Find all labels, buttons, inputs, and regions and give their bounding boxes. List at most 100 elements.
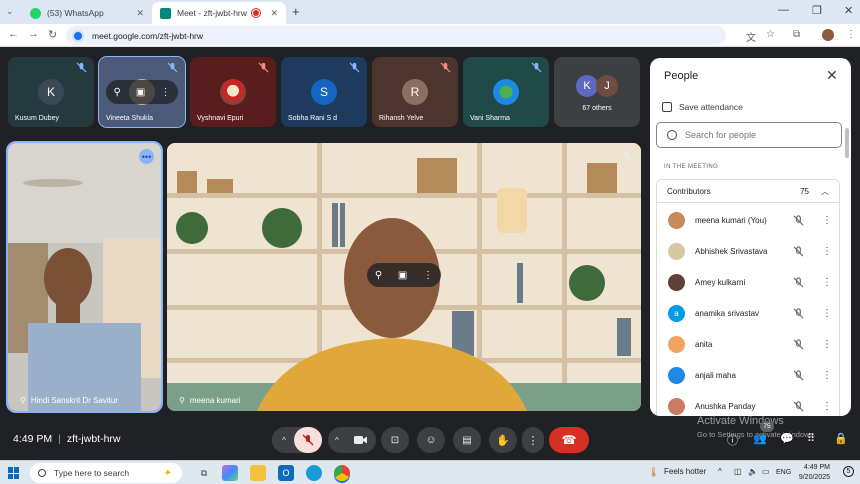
more-options-icon[interactable]: ••• [139,149,154,164]
battery-icon[interactable]: ▭ [762,467,770,476]
activities-icon[interactable]: ⠿ [807,432,815,445]
participant-tile[interactable]: R Rihansh Yelve [372,57,458,127]
list-item[interactable]: Amey kulkarni ⋮ [657,267,841,298]
list-item[interactable]: meena kumari (You) ⋮ [657,205,841,236]
captions-button[interactable]: ▤ [453,427,481,453]
more-options-icon[interactable]: ⋮ [160,87,170,98]
participant-tile[interactable]: Vyshnavi Epuri [190,57,276,127]
chevron-up-icon[interactable]: ^ [718,467,722,476]
list-item[interactable]: anita ⋮ [657,329,841,360]
more-options-icon[interactable]: ⋮ [822,308,832,319]
restore-button[interactable]: ❐ [812,4,822,17]
system-clock[interactable]: 4:49 PM 9/20/2025 [796,463,830,483]
tab-close-icon[interactable]: ✕ [136,8,144,19]
participant-tile[interactable]: Vani Sharma [463,57,549,127]
speaker-tile[interactable]: ••• ⚲ Hindi Sanskrit Dr Savitur [6,141,163,413]
site-info-icon[interactable] [72,29,84,42]
participant-tile[interactable]: S Sobha Rani S d [281,57,367,127]
tab-whatsapp[interactable]: (53) WhatsApp ✕ [22,2,152,24]
copilot-icon[interactable] [222,465,238,481]
weather-text[interactable]: Feels hotter [664,467,706,476]
taskbar-search[interactable]: Type here to search ✦ [30,463,182,483]
reactions-button[interactable]: ☺ [417,427,445,453]
info-icon[interactable]: ⓘ [727,432,738,448]
tab-meet[interactable]: Meet - zft-jwbt-hrw ✕ [152,2,286,24]
frame-icon[interactable]: ▣ [398,270,407,281]
notification-icon[interactable]: 5 [843,466,854,477]
more-options-icon: ⋮ [527,434,539,447]
mic-off-icon[interactable] [793,339,804,350]
chat-icon[interactable]: 💬 [780,432,794,445]
more-options-icon[interactable]: ⋮ [822,246,832,257]
more-options-icon[interactable]: ⋮ [822,215,832,226]
tab-title: Meet - zft-jwbt-hrw [177,8,247,18]
emoji-icon: ☺ [425,434,437,446]
participant-tile[interactable]: K Kusum Dubey [8,57,94,127]
reload-button[interactable]: ↻ [48,28,57,41]
panel-scrollbar[interactable] [845,128,849,158]
window-close-button[interactable]: ✕ [844,4,853,17]
file-explorer-icon[interactable] [250,465,266,481]
list-item[interactable]: Abhishek Srivastava ⋮ [657,236,841,267]
contributors-group[interactable]: Contributors 75 ︿ [656,179,840,203]
others-tile[interactable]: K J 67 others [554,57,640,127]
mic-off-icon[interactable] [793,246,804,257]
participant-tile[interactable]: ⚲ ▣ ⋮ Vineeta Shukla [98,56,186,128]
more-options-icon[interactable]: ⋮ [423,270,433,281]
forward-button[interactable]: → [28,28,39,40]
language-indicator[interactable]: ENG [776,469,791,476]
tab-search-icon[interactable]: ⌄ [6,6,14,17]
omnibox[interactable]: meet.google.com/zft-jwbt-hrw [66,26,726,45]
back-button[interactable]: ← [8,28,19,40]
minimize-button[interactable]: — [778,4,789,16]
bookmark-star-icon[interactable]: ☆ [766,29,775,40]
mic-off-icon[interactable] [793,308,804,319]
presenter-tile[interactable]: ⚲ ▣ ⋮ ⚲ meena kumari [167,143,641,411]
pin-icon[interactable]: ⚲ [114,87,121,98]
mic-off-icon[interactable] [793,370,804,381]
search-input[interactable] [685,130,825,140]
save-attendance-button[interactable]: Save attendance [662,102,743,112]
close-panel-icon[interactable]: ✕ [826,67,838,84]
chrome-menu-icon[interactable]: ⋮ [846,29,856,40]
volume-icon[interactable]: 🔈 [748,467,758,476]
extensions-icon[interactable]: ⧉ [793,29,800,40]
chevron-up-icon[interactable]: ︿ [821,186,829,197]
more-options-icon[interactable]: ⋮ [822,401,832,412]
list-item[interactable]: anjali maha ⋮ [657,360,841,391]
mic-off-icon[interactable] [793,277,804,288]
network-icon[interactable]: ◫ [734,467,742,476]
present-button[interactable]: ⊡ [381,427,409,453]
frame-icon[interactable]: ▣ [136,87,145,98]
translate-icon[interactable]: 文 [746,29,756,44]
person-name: Anushka Panday [695,402,756,411]
mic-off-icon[interactable] [793,215,804,226]
more-options-icon[interactable]: ⋮ [822,339,832,350]
outlook-icon[interactable]: O [278,465,294,481]
host-controls-icon[interactable]: 🔒 [834,432,848,445]
chevron-up-icon[interactable]: ^ [335,436,339,445]
mic-off-icon[interactable] [793,401,804,412]
more-options-icon[interactable]: ⋮ [822,370,832,381]
task-view-icon[interactable]: ⧉ [196,465,212,481]
windows-start-icon[interactable] [8,467,20,479]
edge-icon[interactable] [306,465,322,481]
more-options-icon[interactable]: ⋮ [822,277,832,288]
list-item[interactable]: Anushka Panday ⋮ [657,391,841,416]
mic-off-icon[interactable] [294,427,322,453]
new-tab-button[interactable]: + [292,4,300,19]
tab-close-icon[interactable]: ✕ [270,8,278,19]
people-icon[interactable]: 👥 [753,432,767,445]
people-search[interactable] [656,122,842,148]
camera-button[interactable]: ^ [328,427,376,453]
chrome-icon[interactable] [334,465,350,481]
raise-hand-button[interactable]: ✋ [489,427,517,453]
leave-call-button[interactable]: ☎ [549,427,589,453]
profile-avatar[interactable] [822,29,834,41]
mic-button[interactable]: ^ [272,427,322,453]
chevron-up-icon[interactable]: ^ [272,427,296,453]
mic-off-icon [621,150,632,161]
list-item[interactable]: a anamika srivastav ⋮ [657,298,841,329]
more-options-button[interactable]: ⋮ [522,427,544,453]
pin-icon[interactable]: ⚲ [375,270,382,281]
